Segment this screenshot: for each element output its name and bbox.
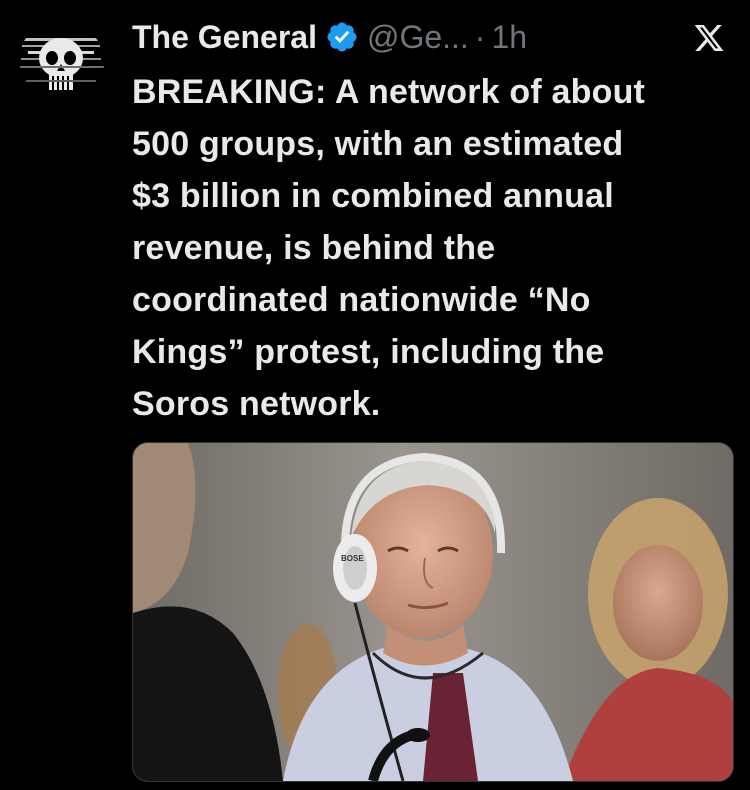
tweet-header: The General @Ge... · 1h	[132, 12, 732, 62]
avatar[interactable]	[18, 20, 104, 106]
tweet-photo[interactable]: BOSE	[132, 442, 734, 782]
display-name[interactable]: The General	[132, 19, 317, 56]
skull-emblem-icon	[18, 20, 104, 106]
headphone-brand-label: BOSE	[341, 554, 364, 563]
timestamp[interactable]: 1h	[491, 19, 527, 56]
separator-dot: ·	[474, 18, 486, 55]
x-logo-icon[interactable]	[692, 22, 726, 54]
handle[interactable]: @Ge...	[367, 19, 469, 56]
tweet-text: BREAKING: A network of about 500 groups,…	[132, 73, 646, 423]
verified-badge-icon	[325, 20, 359, 54]
